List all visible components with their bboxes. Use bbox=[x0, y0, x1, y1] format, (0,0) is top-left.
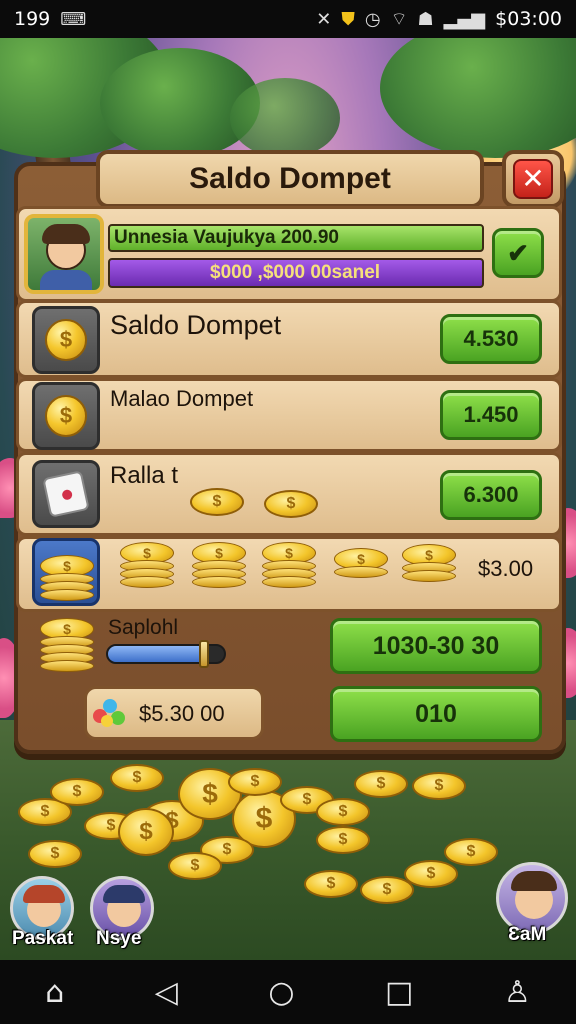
ralla-coin: $ bbox=[264, 490, 318, 518]
dice-icon bbox=[42, 470, 90, 518]
home-icon[interactable]: ⌂ bbox=[45, 975, 64, 1010]
ralla-coin: $ bbox=[190, 488, 244, 516]
ground-coin: $ bbox=[354, 770, 408, 798]
check-icon: ✔ bbox=[507, 238, 529, 268]
avatar-name-paskat: Paskat bbox=[12, 928, 74, 949]
coin-icon: $ bbox=[45, 395, 87, 437]
ground-coin: $ bbox=[412, 772, 466, 800]
gem-total-value: $5.30 00 bbox=[139, 701, 225, 726]
ralla-icon-box bbox=[32, 460, 100, 528]
slider-value-button[interactable]: 1030-30 30 bbox=[330, 618, 542, 674]
keyboard-icon: ⌨ bbox=[60, 8, 87, 30]
canopy-palm bbox=[230, 78, 340, 158]
slider-label: Saplohl bbox=[108, 616, 179, 639]
robot-icon: ☗ bbox=[417, 8, 434, 30]
player-avatar[interactable] bbox=[24, 214, 104, 294]
saldo-dompet-value-button[interactable]: 4.530 bbox=[440, 314, 542, 364]
ground-coin: $ bbox=[228, 768, 282, 796]
confirm-button[interactable]: ✔ bbox=[492, 228, 544, 278]
player-balance-bar: $000 ,$000 00sanel bbox=[108, 258, 484, 288]
malao-dompet-icon-box: $ bbox=[32, 382, 100, 450]
avatar-name-nsye: Nsye bbox=[96, 928, 142, 949]
slider-fill bbox=[108, 646, 204, 662]
ground-coin: $ bbox=[50, 778, 104, 806]
coin-stack: $ bbox=[120, 542, 174, 588]
ralla-value-button[interactable]: 6.300 bbox=[440, 470, 542, 520]
ground-coin: $ bbox=[444, 838, 498, 866]
saldo-dompet-label: Saldo Dompet bbox=[110, 310, 282, 340]
close-icon: ✕ bbox=[513, 159, 553, 199]
coin-stack-icon: $ bbox=[40, 549, 94, 601]
clock: $03:00 bbox=[495, 8, 562, 30]
mute-icon: ✕ bbox=[316, 8, 332, 30]
player-name-level: Unnesia Vaujukya 200.90 bbox=[114, 227, 339, 248]
ground-coin: $ bbox=[404, 860, 458, 888]
gem-total-board: $5.30 00 bbox=[84, 686, 264, 740]
status-bar: 199 ⌨ ✕ ⛊ ◷ ⌔ ☗ ▂▄▆ $03:00 bbox=[0, 0, 576, 38]
saldo-dompet-icon-box: $ bbox=[32, 306, 100, 374]
malao-dompet-value-button[interactable]: 1.450 bbox=[440, 390, 542, 440]
close-button[interactable]: ✕ bbox=[502, 150, 564, 208]
slider-handle[interactable] bbox=[199, 640, 210, 668]
dialog-title: Saldo Dompet bbox=[96, 150, 484, 208]
slider-coin-stack: $ bbox=[40, 618, 94, 672]
recents-icon[interactable]: □ bbox=[385, 975, 413, 1010]
ground-coin: $ bbox=[110, 764, 164, 792]
circle-icon[interactable]: ○ bbox=[268, 975, 294, 1010]
player-hair bbox=[42, 224, 90, 244]
coin-stacks-value: $3.00 bbox=[478, 556, 534, 581]
gem-action-button[interactable]: 010 bbox=[330, 686, 542, 742]
coin-stack: $ bbox=[402, 544, 456, 582]
shield-icon: ⛊ bbox=[341, 8, 355, 30]
coin-stack-icon-box: $ bbox=[32, 538, 100, 606]
ground-coin: $ bbox=[168, 852, 222, 880]
alarm-icon: ◷ bbox=[364, 8, 381, 30]
back-icon[interactable]: ◁ bbox=[155, 975, 178, 1010]
ground-coin: $ bbox=[304, 870, 358, 898]
ground-coin: $ bbox=[28, 840, 82, 868]
coin-stack: $ bbox=[262, 542, 316, 588]
ground-coin: $ bbox=[316, 798, 370, 826]
coin-stack: $ bbox=[192, 542, 246, 588]
coin-icon: $ bbox=[45, 319, 87, 361]
ralla-label: Ralla t bbox=[110, 462, 179, 489]
ground bbox=[0, 720, 576, 960]
player-level-bar: Unnesia Vaujukya 200.90 bbox=[108, 224, 484, 252]
ground-coin: $ bbox=[360, 876, 414, 904]
player-shirt bbox=[40, 270, 92, 290]
ground-coin: $ bbox=[118, 808, 174, 856]
coin-stack: $ bbox=[334, 548, 388, 578]
wifi-icon: ⌔ bbox=[390, 8, 408, 30]
notification-count: 199 bbox=[14, 8, 51, 30]
canopy-right bbox=[380, 38, 576, 158]
ground-coin: $ bbox=[316, 826, 370, 854]
player-balance-text: $000 ,$000 00sanel bbox=[210, 262, 381, 283]
navigation-bar: ⌂ ◁ ○ □ ♙ bbox=[0, 960, 576, 1024]
signal-icon: ▂▄▆ bbox=[443, 8, 486, 30]
account-icon[interactable]: ♙ bbox=[504, 975, 531, 1010]
gems-icon bbox=[93, 699, 127, 729]
malao-dompet-label: Malao Dompet bbox=[110, 386, 254, 411]
avatar-name-eam: ƐaM bbox=[508, 924, 547, 945]
